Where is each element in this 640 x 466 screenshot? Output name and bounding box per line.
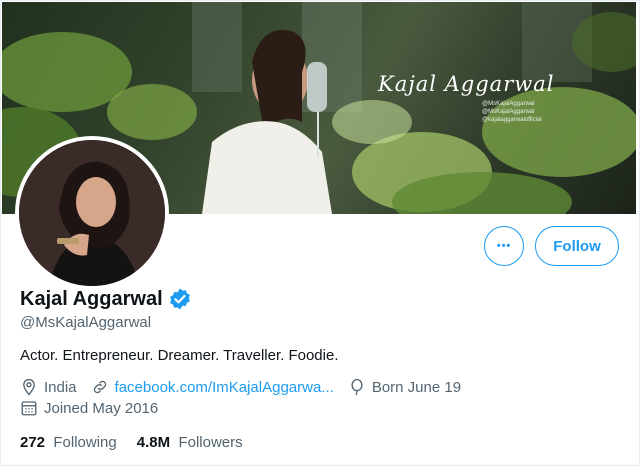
followers-label: Followers: [178, 434, 243, 451]
verified-badge-icon[interactable]: [168, 287, 192, 311]
banner-handle-line: @MsKajalAggarwal: [482, 101, 535, 107]
follow-button[interactable]: Follow: [535, 226, 619, 266]
website-link[interactable]: facebook.com/ImKajalAggarwa...: [115, 379, 334, 396]
birthday-item: Born June 19: [348, 378, 461, 396]
location-text: India: [44, 378, 77, 396]
following-label: Following: [53, 434, 117, 451]
calendar-icon: [21, 401, 37, 416]
followers-count: 4.8M: [136, 434, 175, 451]
link-icon: [93, 380, 106, 394]
profile-stats: 272 Following 4.8M Followers: [20, 434, 263, 451]
profile-name: Kajal Aggarwal: [20, 287, 163, 310]
location-icon: [23, 378, 35, 396]
profile-meta-row: India facebook.com/ImKajalAggarwa... Bor…: [20, 378, 475, 396]
banner-handles: @MsKajalAggarwal @MsKajalAggarwal @kajal…: [482, 100, 542, 124]
more-options-icon: •••: [496, 240, 512, 252]
profile-joined-row: Joined May 2016: [20, 399, 172, 417]
following-stat[interactable]: 272 Following: [20, 434, 117, 451]
profile-avatar[interactable]: [15, 136, 169, 290]
banner-handle-line: @kajalaggarwalofficial: [482, 117, 542, 123]
following-count: 272: [20, 434, 50, 451]
birthday-text: Born June 19: [371, 378, 462, 396]
more-options-button[interactable]: •••: [484, 226, 524, 266]
profile-handle: @MsKajalAggarwal: [20, 314, 152, 331]
balloon-icon: [351, 378, 363, 396]
joined-item: Joined May 2016: [20, 399, 158, 417]
banner-handle-line: @MsKajalAggarwal: [482, 109, 535, 115]
followers-stat[interactable]: 4.8M Followers: [137, 434, 243, 451]
location-item: India: [20, 378, 77, 396]
banner-signature: Kajal Aggarwal: [378, 72, 555, 96]
avatar-photo: [19, 140, 165, 286]
profile-bio: Actor. Entrepreneur. Dreamer. Traveller.…: [20, 347, 339, 364]
website-item[interactable]: facebook.com/ImKajalAggarwa...: [91, 378, 334, 396]
joined-text: Joined May 2016: [44, 399, 159, 417]
profile-name-row: Kajal Aggarwal: [20, 287, 192, 311]
